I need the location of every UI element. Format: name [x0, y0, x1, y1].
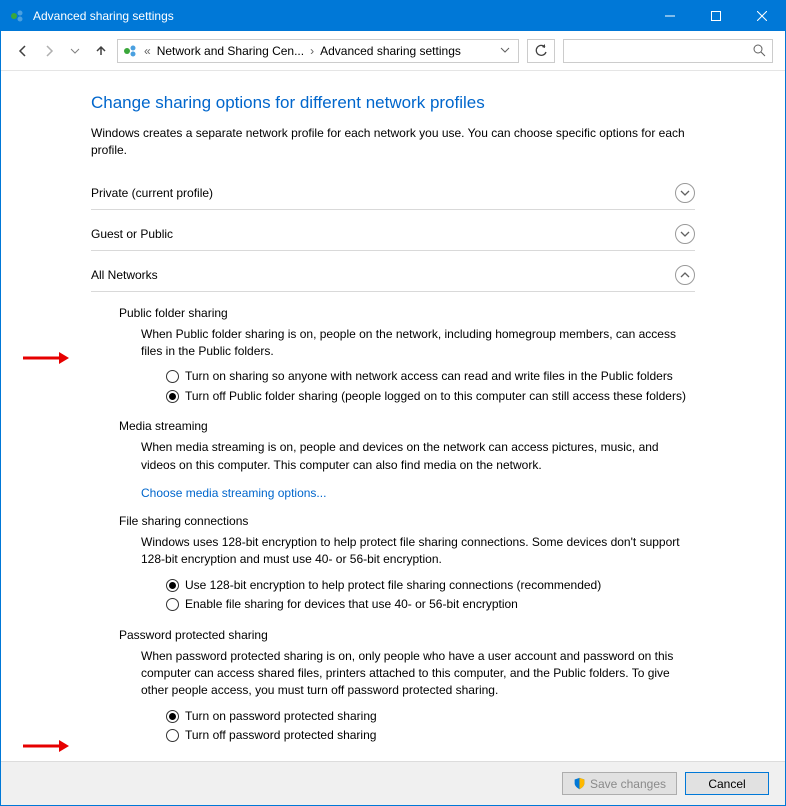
annotation-arrow-icon: [23, 739, 69, 753]
button-bar: Save changes Cancel: [1, 761, 785, 805]
section-desc-password: When password protected sharing is on, o…: [141, 648, 695, 700]
save-changes-button[interactable]: Save changes: [562, 772, 677, 795]
chevron-right-icon: ›: [308, 44, 316, 58]
radio-label: Turn on sharing so anyone with network a…: [185, 368, 673, 385]
radio-icon: [166, 598, 179, 611]
radio-icon: [166, 729, 179, 742]
chevron-up-icon: [675, 265, 695, 285]
radio-pw-off[interactable]: Turn off password protected sharing: [166, 727, 695, 744]
profile-private-label: Private (current profile): [91, 186, 675, 200]
radio-label: Turn on password protected sharing: [185, 708, 377, 725]
app-icon: [9, 8, 25, 24]
recent-dropdown-icon[interactable]: [65, 41, 85, 61]
minimize-button[interactable]: [647, 1, 693, 31]
cancel-button[interactable]: Cancel: [685, 772, 769, 795]
link-media-options[interactable]: Choose media streaming options...: [141, 486, 326, 500]
breadcrumb-prefix: «: [142, 44, 153, 58]
section-title-fileshare: File sharing connections: [119, 514, 695, 528]
section-desc-fileshare: Windows uses 128-bit encryption to help …: [141, 534, 695, 569]
title-bar[interactable]: Advanced sharing settings: [1, 1, 785, 31]
radio-enc-40[interactable]: Enable file sharing for devices that use…: [166, 596, 695, 613]
radio-pw-on[interactable]: Turn on password protected sharing: [166, 708, 695, 725]
profile-guest-label: Guest or Public: [91, 227, 675, 241]
chevron-down-icon: [675, 224, 695, 244]
radio-label: Enable file sharing for devices that use…: [185, 596, 518, 613]
content-pane: Change sharing options for different net…: [1, 71, 785, 761]
breadcrumb-item-advanced[interactable]: Advanced sharing settings: [320, 44, 461, 58]
profile-private-header[interactable]: Private (current profile): [91, 177, 695, 210]
radio-public-off[interactable]: Turn off Public folder sharing (people l…: [166, 388, 695, 405]
section-desc-media: When media streaming is on, people and d…: [141, 439, 695, 474]
annotation-arrow-icon: [23, 351, 69, 365]
search-icon: [753, 44, 766, 57]
section-file-sharing: File sharing connections Windows uses 12…: [91, 514, 695, 614]
radio-icon: [166, 370, 179, 383]
forward-button[interactable]: [39, 41, 59, 61]
radio-label: Turn off Public folder sharing (people l…: [185, 388, 686, 405]
radio-icon: [166, 579, 179, 592]
profile-guest-header[interactable]: Guest or Public: [91, 218, 695, 251]
maximize-button[interactable]: [693, 1, 739, 31]
network-sharing-icon: [122, 43, 138, 59]
profile-all-label: All Networks: [91, 268, 675, 282]
radio-public-on[interactable]: Turn on sharing so anyone with network a…: [166, 368, 695, 385]
up-button[interactable]: [91, 41, 111, 61]
uac-shield-icon: [573, 777, 586, 790]
section-password: Password protected sharing When password…: [91, 628, 695, 745]
profile-allnetworks-header[interactable]: All Networks: [91, 259, 695, 292]
page-intro: Windows creates a separate network profi…: [91, 125, 695, 159]
chevron-down-icon: [675, 183, 695, 203]
window-title: Advanced sharing settings: [33, 9, 647, 23]
section-public-folder: Public folder sharing When Public folder…: [91, 306, 695, 406]
radio-label: Turn off password protected sharing: [185, 727, 376, 744]
radio-label: Use 128-bit encryption to help protect f…: [185, 577, 601, 594]
explorer-toolbar: « Network and Sharing Cen... › Advanced …: [1, 31, 785, 71]
save-label: Save changes: [590, 777, 666, 791]
radio-enc-128[interactable]: Use 128-bit encryption to help protect f…: [166, 577, 695, 594]
section-title-password: Password protected sharing: [119, 628, 695, 642]
cancel-label: Cancel: [708, 777, 745, 791]
section-title-public: Public folder sharing: [119, 306, 695, 320]
search-input[interactable]: [563, 39, 773, 63]
refresh-button[interactable]: [527, 39, 555, 63]
section-desc-public: When Public folder sharing is on, people…: [141, 326, 695, 361]
section-media-streaming: Media streaming When media streaming is …: [91, 419, 695, 500]
address-bar[interactable]: « Network and Sharing Cen... › Advanced …: [117, 39, 519, 63]
breadcrumb-item-network[interactable]: Network and Sharing Cen...: [157, 44, 304, 58]
page-heading: Change sharing options for different net…: [91, 93, 695, 113]
section-title-media: Media streaming: [119, 419, 695, 433]
close-button[interactable]: [739, 1, 785, 31]
radio-icon: [166, 390, 179, 403]
radio-icon: [166, 710, 179, 723]
address-dropdown-icon[interactable]: [496, 44, 514, 58]
back-button[interactable]: [13, 41, 33, 61]
